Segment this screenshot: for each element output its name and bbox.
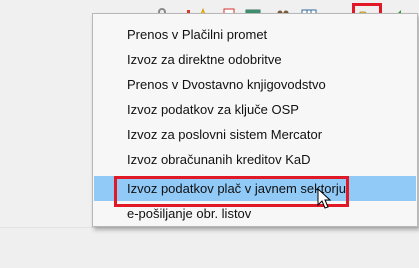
- menu-item-dvostavno-knjigovodstvo[interactable]: Prenos v Dvostavno knjigovodstvo: [94, 72, 416, 97]
- menu-item-direktne-odobritve[interactable]: Izvoz za direktne odobritve: [94, 47, 416, 72]
- background-panel: [0, 227, 419, 268]
- mouse-cursor-icon: [317, 188, 332, 209]
- menu-highlight-box: [114, 176, 349, 207]
- menu-item-placilni-promet[interactable]: Prenos v Plačilni promet: [94, 22, 416, 47]
- menu-item-mercator[interactable]: Izvoz za poslovni sistem Mercator: [94, 122, 416, 147]
- menu-item-krediti-kad[interactable]: Izvoz obračunanih kreditov KaD: [94, 147, 416, 172]
- menu-item-kljuci-osp[interactable]: Izvoz podatkov za ključe OSP: [94, 97, 416, 122]
